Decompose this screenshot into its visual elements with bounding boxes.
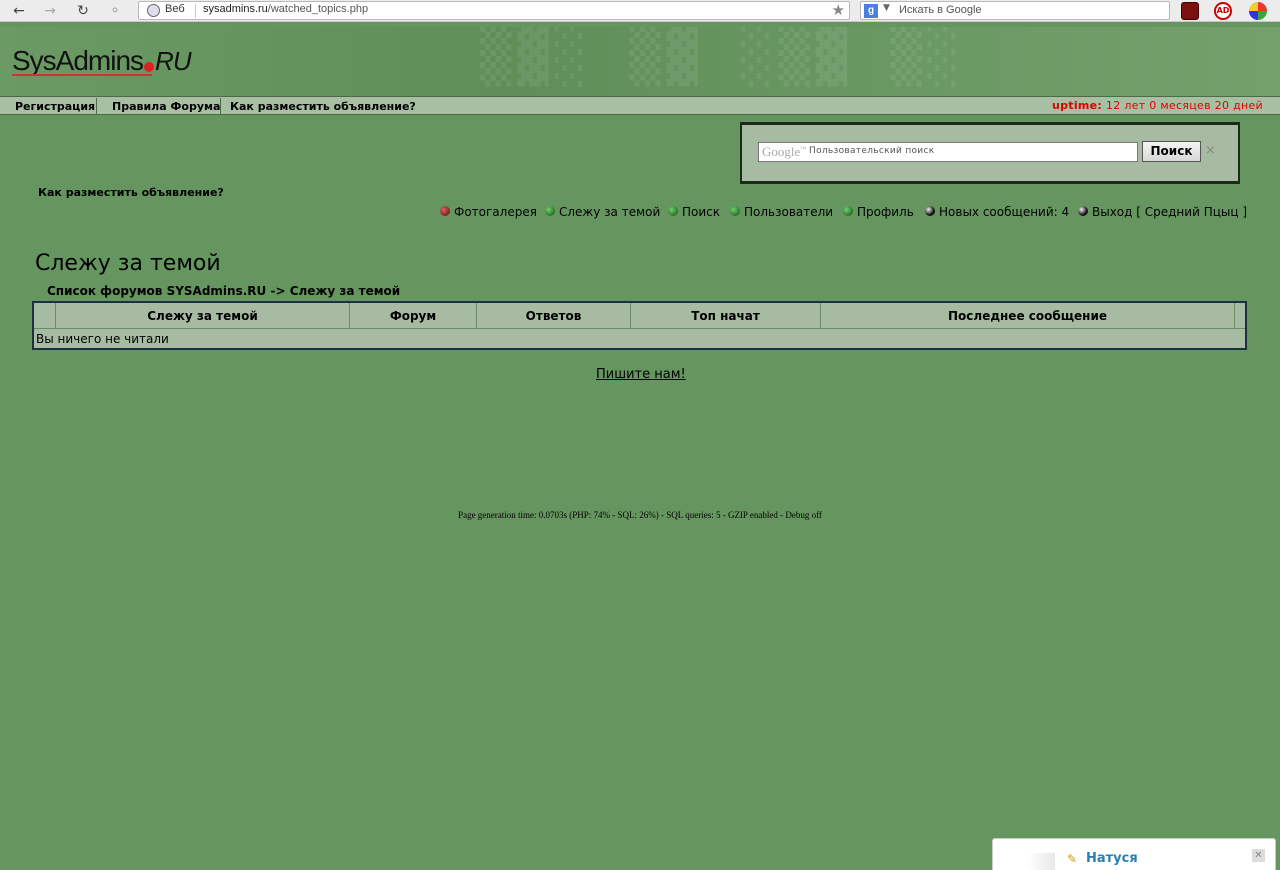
url-host: sysadmins.ru bbox=[203, 3, 268, 15]
site-header: ▒▓░ ▒▓ ░▒▓ ▒░ SysAdmins RU bbox=[0, 27, 1280, 96]
address-scheme-label: Веб bbox=[165, 3, 185, 15]
watch-icon bbox=[545, 206, 555, 216]
table-header-last-post: Последнее сообщение bbox=[821, 303, 1235, 329]
menu-item-users[interactable]: Пользователи bbox=[730, 205, 833, 219]
breadcrumb-current[interactable]: Слежу за темой bbox=[290, 284, 400, 298]
key-icon[interactable]: ⚬ bbox=[106, 2, 124, 20]
logo-main-text: SysAdmins bbox=[12, 45, 144, 76]
google-icon: g bbox=[864, 4, 878, 18]
reload-icon[interactable]: ↻ bbox=[74, 2, 92, 20]
google-logo: Google™ bbox=[762, 144, 807, 159]
custom-search-box: Google™ Пользовательский поиск Поиск × bbox=[740, 122, 1240, 184]
search-button[interactable]: Поиск bbox=[1142, 141, 1201, 162]
adblock-icon[interactable]: AD bbox=[1214, 2, 1232, 20]
breadcrumb-arrow: -> bbox=[270, 284, 286, 298]
table-empty-message: Вы ничего не читали bbox=[34, 330, 1245, 348]
pencil-icon: ✎ bbox=[1067, 852, 1078, 866]
page-title: Слежу за темой bbox=[35, 251, 221, 276]
custom-search-placeholder: Пользовательский поиск bbox=[809, 146, 935, 156]
forward-icon[interactable]: → bbox=[41, 2, 59, 20]
back-icon[interactable]: ← bbox=[10, 2, 28, 20]
menu-item-label: Поиск bbox=[682, 205, 721, 219]
watched-topics-table: Слежу за темой Форум Ответов Топ начат П… bbox=[32, 301, 1247, 350]
breadcrumb-root[interactable]: Список форумов SYSAdmins.RU bbox=[47, 284, 266, 298]
contact-link[interactable]: Пишите нам! bbox=[596, 367, 686, 382]
address-url[interactable]: sysadmins.ru/watched_topics.php bbox=[203, 3, 368, 15]
browser-toolbar: ← → ↻ ⚬ Веб sysadmins.ru/watched_topics.… bbox=[0, 0, 1280, 22]
menu-item-watched[interactable]: Слежу за темой bbox=[545, 205, 660, 219]
gallery-icon bbox=[440, 206, 450, 216]
url-path: /watched_topics.php bbox=[267, 3, 369, 15]
page-generation-info: Page generation time: 0.0703s (PHP: 74% … bbox=[458, 510, 822, 520]
table-header-row: Слежу за темой Форум Ответов Топ начат П… bbox=[34, 303, 1245, 329]
address-bar[interactable]: Веб sysadmins.ru/watched_topics.php ★ bbox=[138, 1, 850, 20]
uptime-label: uptime: bbox=[1051, 99, 1103, 112]
ad-howto-link[interactable]: Как разместить объявление? bbox=[38, 186, 224, 199]
menu-item-logout[interactable]: Выход [ Средний Пцыц ] bbox=[1078, 205, 1247, 219]
table-header-extra bbox=[1235, 303, 1245, 329]
close-icon[interactable]: × bbox=[1205, 143, 1216, 158]
site-logo[interactable]: SysAdmins RU bbox=[12, 45, 192, 77]
nav-divider bbox=[96, 98, 97, 114]
google-logo-text: Google bbox=[762, 144, 801, 159]
table-header-forum: Форум bbox=[350, 303, 477, 329]
menu-item-profile[interactable]: Профиль bbox=[843, 205, 914, 219]
uptime-value: 12 лет 0 месяцев 20 дней bbox=[1105, 99, 1263, 112]
browser-search-field[interactable]: g ▼ Искать в Google bbox=[860, 1, 1170, 20]
table-header-icon bbox=[34, 303, 56, 329]
extension-icon[interactable] bbox=[1181, 2, 1199, 20]
breadcrumb: Список форумов SYSAdmins.RU -> Слежу за … bbox=[47, 284, 400, 298]
table-header-topic: Слежу за темой bbox=[56, 303, 350, 329]
table-header-started: Топ начат bbox=[631, 303, 821, 329]
logo-dot-icon bbox=[144, 62, 155, 72]
messages-icon bbox=[925, 206, 935, 216]
menu-item-search[interactable]: Поиск bbox=[668, 205, 720, 219]
top-navigation: Регистрация Правила Форума Как разместит… bbox=[0, 96, 1280, 115]
logo-tld-text: RU bbox=[155, 46, 192, 76]
nav-link-rules[interactable]: Правила Форума bbox=[112, 100, 220, 113]
chat-avatar bbox=[1027, 853, 1055, 870]
users-icon bbox=[730, 206, 740, 216]
nav-link-ad-howto[interactable]: Как разместить объявление? bbox=[230, 100, 416, 113]
custom-search-input[interactable]: Google™ Пользовательский поиск bbox=[758, 142, 1138, 162]
chat-popup[interactable]: ✎ Натуся ✕ bbox=[992, 838, 1276, 870]
browser-search-placeholder: Искать в Google bbox=[899, 4, 982, 16]
logo-underline bbox=[12, 74, 152, 76]
menu-item-label: Профиль bbox=[857, 205, 914, 219]
menu-item-label: Выход [ Средний Пцыц ] bbox=[1092, 205, 1248, 219]
menu-item-label: Новых сообщений: 4 bbox=[939, 205, 1070, 219]
bookmark-star-icon[interactable]: ★ bbox=[832, 1, 845, 19]
chevron-down-icon[interactable]: ▼ bbox=[883, 3, 890, 13]
menu-item-label: Слежу за темой bbox=[559, 205, 661, 219]
logout-icon bbox=[1078, 206, 1088, 216]
menu-item-new-messages[interactable]: Новых сообщений: 4 bbox=[925, 205, 1069, 219]
table-header-replies: Ответов bbox=[477, 303, 631, 329]
chat-contact-name[interactable]: Натуся bbox=[1086, 851, 1138, 866]
address-separator bbox=[195, 4, 196, 18]
nav-divider bbox=[220, 98, 221, 114]
globe-icon bbox=[147, 4, 160, 17]
profile-icon bbox=[843, 206, 853, 216]
search-icon bbox=[668, 206, 678, 216]
extension-color-icon[interactable] bbox=[1249, 2, 1267, 20]
menu-item-label: Пользователи bbox=[744, 205, 834, 219]
menu-item-label: Фотогалерея bbox=[454, 205, 537, 219]
close-icon[interactable]: ✕ bbox=[1252, 849, 1265, 862]
nav-link-registration[interactable]: Регистрация bbox=[15, 100, 95, 113]
uptime-status: uptime: 12 лет 0 месяцев 20 дней bbox=[1052, 99, 1263, 112]
header-decoration: ▒▓░ ▒▓ ░▒▓ ▒░ bbox=[480, 27, 965, 87]
menu-item-gallery[interactable]: Фотогалерея bbox=[440, 205, 537, 219]
